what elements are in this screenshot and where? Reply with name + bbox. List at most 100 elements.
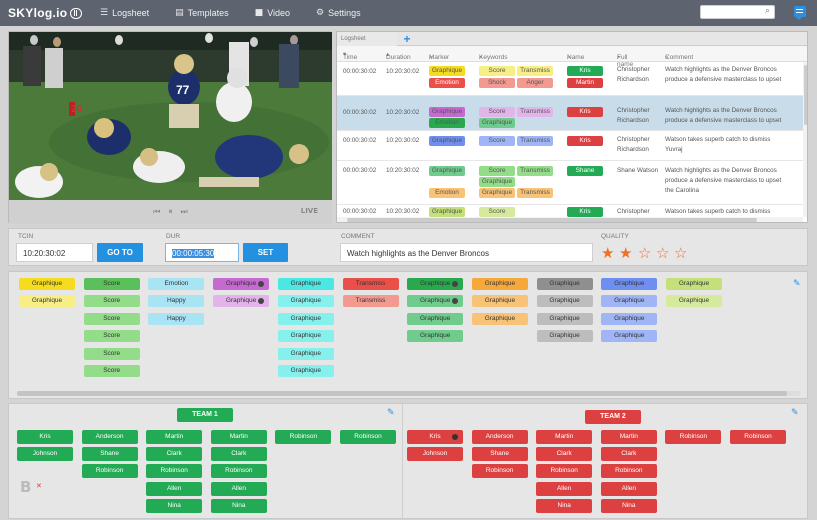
player-button[interactable]: Clark xyxy=(600,447,657,462)
marker-button[interactable]: Score xyxy=(83,347,140,360)
player-button[interactable]: Johnson xyxy=(407,447,463,462)
marker-button[interactable]: Score xyxy=(83,365,140,377)
tcin-input[interactable]: 10:20:30:02 xyxy=(16,243,93,262)
player-button[interactable]: Anderson xyxy=(471,430,528,444)
marker-button[interactable]: Graphique xyxy=(407,312,464,325)
marker-button[interactable]: Graphique xyxy=(601,278,658,290)
keyword-tag[interactable]: Graphique xyxy=(479,118,515,128)
player-button[interactable]: Kris xyxy=(407,430,463,444)
team-2-header[interactable]: TEAM 2 xyxy=(585,410,641,424)
player-button[interactable]: Robinson xyxy=(81,464,138,479)
marker-button[interactable]: Happy xyxy=(148,295,205,308)
name-tag[interactable]: Shane xyxy=(567,166,603,176)
player-button[interactable]: Robinson xyxy=(340,430,396,444)
keyword-tag[interactable]: Graphique xyxy=(479,188,515,198)
player-button[interactable]: Shane xyxy=(471,447,528,462)
name-tag[interactable]: Kris xyxy=(567,66,603,76)
marker-tag[interactable]: Graphique xyxy=(429,166,465,176)
keyword-tag[interactable]: Score xyxy=(479,107,515,117)
marker-button[interactable]: Graphique xyxy=(601,295,658,308)
name-tag[interactable]: Kris xyxy=(567,207,603,217)
horizontal-scrollbar[interactable] xyxy=(17,391,800,396)
marker-button[interactable]: Graphique xyxy=(536,278,593,290)
player-button[interactable]: Nina xyxy=(536,498,593,513)
marker-tag[interactable]: Emotion xyxy=(429,188,465,198)
marker-button[interactable]: Graphique xyxy=(277,312,334,325)
marker-button[interactable]: Graphique xyxy=(601,330,658,343)
player-button[interactable]: Nina xyxy=(146,498,203,513)
pause-icon[interactable]: ⏸ xyxy=(169,207,173,217)
marker-tag[interactable]: Emotion xyxy=(429,78,465,88)
log-row[interactable]: 00:00:30:02 10:20:30:02 Graphique Emotio… xyxy=(337,63,803,96)
nav-video[interactable]: ■ Video xyxy=(255,8,290,18)
marker-tag[interactable]: Graphique xyxy=(429,136,465,146)
marker-button[interactable]: Graphique xyxy=(277,278,334,290)
marker-button[interactable]: Graphique xyxy=(19,278,75,290)
edit-pencil-icon[interactable]: ✎ xyxy=(387,408,395,418)
keyword-tag[interactable]: Transmiss xyxy=(517,166,553,176)
app-logo[interactable]: SKYlog.io xyxy=(8,6,88,20)
marker-button[interactable]: Graphique xyxy=(277,295,334,308)
player-button[interactable]: Martin xyxy=(146,430,203,444)
marker-button[interactable]: Graphique xyxy=(19,295,75,308)
name-tag[interactable]: Kris xyxy=(567,136,603,146)
keyword-tag[interactable]: Transmiss xyxy=(517,188,553,198)
marker-button[interactable]: Score xyxy=(83,330,140,343)
player-button[interactable]: Allen xyxy=(600,481,657,496)
keyword-tag[interactable]: Transmiss xyxy=(517,136,553,146)
player-button[interactable]: Martin xyxy=(600,430,657,444)
marker-button[interactable]: Graphique xyxy=(471,312,528,325)
marker-button[interactable]: Graphique xyxy=(666,295,722,308)
player-button[interactable]: Robinson xyxy=(471,464,528,479)
log-row[interactable]: 00:00:30:02 10:20:30:02 Graphique Emotio… xyxy=(337,161,803,205)
keyword-tag[interactable]: Transmiss xyxy=(517,66,553,76)
marker-tag[interactable]: Graphique xyxy=(429,107,465,117)
marker-button[interactable]: Graphique xyxy=(601,312,658,325)
marker-button[interactable]: Graphique xyxy=(277,365,334,377)
player-button[interactable]: Martin xyxy=(536,430,593,444)
marker-button[interactable]: Graphique xyxy=(536,312,593,325)
marker-button[interactable]: Graphique xyxy=(471,295,528,308)
keyword-tag[interactable]: Score xyxy=(479,166,515,176)
name-tag[interactable]: Kris xyxy=(567,107,603,117)
player-button[interactable]: Shane xyxy=(81,447,138,462)
nav-settings[interactable]: ⚙ Settings xyxy=(316,8,361,18)
marker-button[interactable]: Graphique xyxy=(213,295,270,308)
keyword-tag[interactable]: Score xyxy=(479,136,515,146)
marker-button[interactable]: Graphique xyxy=(471,278,528,290)
player-button[interactable]: Clark xyxy=(210,447,267,462)
keyword-tag[interactable]: Anger xyxy=(517,78,553,88)
player-button[interactable]: Robinson xyxy=(730,430,786,444)
marker-tag[interactable]: Graphique xyxy=(429,66,465,76)
edit-pencil-icon[interactable]: ✎ xyxy=(791,408,799,418)
keyword-tag[interactable]: Transmiss xyxy=(517,107,553,117)
marker-button[interactable]: Transmiss xyxy=(342,278,399,290)
player-button[interactable]: Anderson xyxy=(81,430,138,444)
marker-button[interactable]: Happy xyxy=(148,312,205,325)
marker-button[interactable]: Graphique xyxy=(213,278,270,290)
marker-button[interactable]: Graphique xyxy=(407,330,464,343)
marker-button[interactable]: Graphique xyxy=(407,278,464,290)
name-tag[interactable]: Martin xyxy=(567,78,603,88)
marker-button[interactable]: Graphique xyxy=(407,295,464,308)
set-button[interactable]: SET xyxy=(243,243,288,262)
star-filled-icon[interactable]: ★ xyxy=(601,246,614,261)
col-duration[interactable]: Duration ▴ xyxy=(386,50,411,61)
star-filled-icon[interactable]: ★ xyxy=(619,246,632,261)
player-button[interactable]: Johnson xyxy=(17,447,73,462)
star-empty-icon[interactable]: ☆ xyxy=(674,246,687,261)
log-row-selected[interactable]: 00:00:30:02 10:20:30:02 Graphique Emotio… xyxy=(337,96,803,131)
col-time[interactable]: Time ▾ xyxy=(343,50,357,61)
nav-logsheet[interactable]: ☰ Logsheet xyxy=(100,8,149,18)
marker-button[interactable]: Transmiss xyxy=(342,295,399,308)
marker-button[interactable]: Score xyxy=(83,295,140,308)
keyword-tag[interactable]: Score xyxy=(479,207,515,217)
player-button[interactable]: Allen xyxy=(210,481,267,496)
marker-button[interactable]: Emotion xyxy=(148,278,205,290)
player-button[interactable]: Robinson xyxy=(146,464,203,479)
player-button[interactable]: Clark xyxy=(536,447,593,462)
marker-button[interactable]: Graphique xyxy=(666,278,722,290)
team-1-header[interactable]: TEAM 1 xyxy=(177,408,233,422)
skip-back-icon[interactable]: ⏮ xyxy=(153,207,160,217)
player-button[interactable]: Martin xyxy=(210,430,267,444)
